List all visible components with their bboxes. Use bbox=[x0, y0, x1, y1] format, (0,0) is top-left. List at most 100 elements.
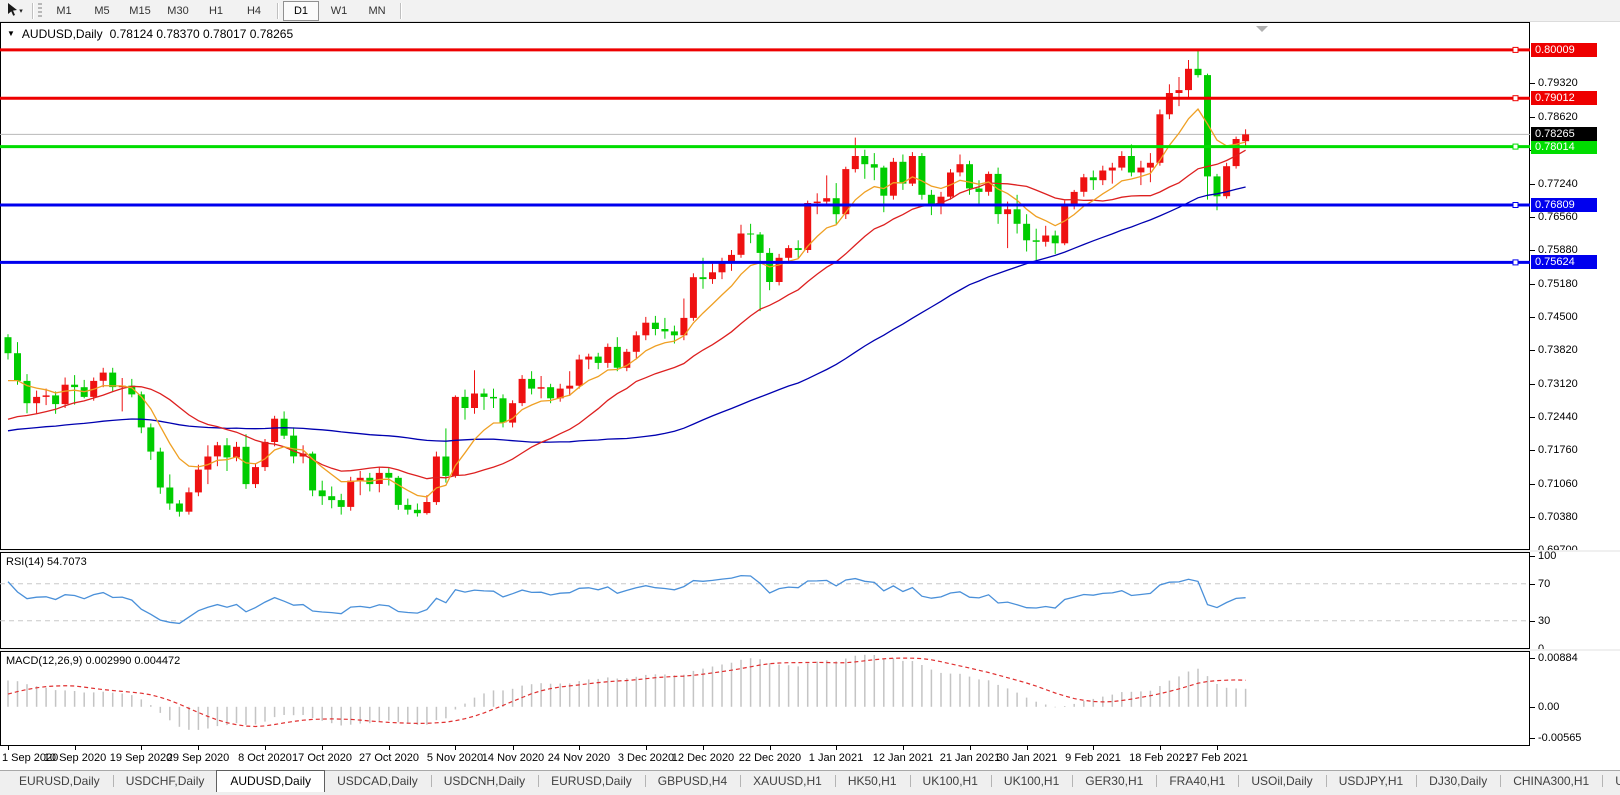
tab-usdcnh-daily[interactable]: USDCNH,Daily bbox=[431, 771, 538, 791]
toolbar: ▾ M1M5M15M30H1H4 D1W1MN bbox=[0, 0, 1620, 22]
rsi-axis[interactable]: 10070300 bbox=[1530, 552, 1620, 649]
axis-tick-mark bbox=[903, 746, 904, 750]
cursor-tool-button[interactable]: ▾ bbox=[2, 1, 28, 21]
rsi-tick: 100 bbox=[1538, 549, 1556, 563]
date-label: 27 Feb 2021 bbox=[1172, 752, 1262, 764]
chevron-down-icon: ▾ bbox=[19, 7, 23, 15]
tab-uk100-h1[interactable]: UK100,H1 bbox=[910, 771, 991, 791]
rsi-label: RSI(14) 54.7073 bbox=[6, 556, 87, 568]
cursor-arrow-icon bbox=[7, 3, 18, 19]
axis-tick-mark bbox=[1160, 746, 1161, 750]
rsi-canvas[interactable] bbox=[0, 552, 1530, 649]
tab-usoil[interactable]: USOil, bbox=[1602, 771, 1620, 791]
axis-tick-mark bbox=[703, 746, 704, 750]
axis-tick-mark bbox=[1530, 658, 1535, 659]
price-axis[interactable]: 0.793200.786200.779400.772400.765600.758… bbox=[1530, 22, 1620, 550]
macd-axis[interactable]: 0.00884 0.00 -0.00565 bbox=[1530, 651, 1620, 746]
axis-tick-mark bbox=[1530, 384, 1535, 385]
macd-canvas[interactable] bbox=[0, 651, 1530, 746]
tab-hk50-h1[interactable]: HK50,H1 bbox=[835, 771, 910, 791]
level-price-label: 0.79012 bbox=[1531, 91, 1597, 105]
price-tick: 0.70380 bbox=[1538, 510, 1578, 524]
chart-title: ▼ AUDUSD,Daily 0.78124 0.78370 0.78017 0… bbox=[7, 27, 293, 41]
axis-tick-mark bbox=[970, 746, 971, 750]
axis-tick-mark bbox=[1530, 317, 1535, 318]
hline-handle[interactable] bbox=[1513, 260, 1518, 265]
axis-tick-mark bbox=[1530, 450, 1535, 451]
timeframe-m1-button[interactable]: M1 bbox=[46, 1, 82, 21]
toolbar-grip[interactable] bbox=[38, 3, 42, 19]
rsi-panel[interactable] bbox=[0, 552, 1530, 649]
price-tick: 0.72440 bbox=[1538, 410, 1578, 424]
timeframe-m30-button[interactable]: M30 bbox=[160, 1, 196, 21]
price-tick: 0.76560 bbox=[1538, 210, 1578, 224]
price-tick: 0.78620 bbox=[1538, 110, 1578, 124]
hline-handle[interactable] bbox=[1513, 96, 1518, 101]
ma-medium-line bbox=[8, 150, 1246, 479]
macd-histogram bbox=[8, 655, 1246, 730]
axis-tick-mark bbox=[646, 746, 647, 750]
chart-ohlc-values: 0.78124 0.78370 0.78017 0.78265 bbox=[110, 27, 294, 41]
tab-xauusd-h1[interactable]: XAUUSD,H1 bbox=[740, 771, 835, 791]
macd-panel[interactable] bbox=[0, 651, 1530, 746]
level-price-label: 0.75624 bbox=[1531, 255, 1597, 269]
tab-uk100-h1[interactable]: UK100,H1 bbox=[991, 771, 1072, 791]
axis-tick-mark bbox=[389, 746, 390, 750]
axis-tick-mark bbox=[1530, 621, 1535, 622]
axis-tick-mark bbox=[1530, 250, 1535, 251]
macd-tick: 0.00 bbox=[1538, 700, 1559, 714]
axis-tick-mark bbox=[1530, 217, 1535, 218]
price-tick: 0.73120 bbox=[1538, 377, 1578, 391]
tab-eurusd-daily[interactable]: EURUSD,Daily bbox=[6, 771, 113, 791]
collapse-triangle-icon[interactable]: ▼ bbox=[7, 29, 15, 39]
axis-tick-mark bbox=[8, 746, 9, 750]
axis-tick-mark bbox=[75, 746, 76, 750]
symbol-tabs: EURUSD,DailyUSDCHF,DailyAUDUSD,DailyUSDC… bbox=[6, 771, 1620, 793]
axis-tick-mark bbox=[1530, 738, 1535, 739]
hline-handle[interactable] bbox=[1513, 144, 1518, 149]
macd-tick: -0.00565 bbox=[1538, 731, 1581, 745]
price-tick: 0.79320 bbox=[1538, 76, 1578, 90]
timeframe-w1-button[interactable]: W1 bbox=[321, 1, 357, 21]
axis-tick-mark bbox=[513, 746, 514, 750]
timeframe-mn-button[interactable]: MN bbox=[359, 1, 395, 21]
timeframe-m5-button[interactable]: M5 bbox=[84, 1, 120, 21]
tab-usdjpy-h1[interactable]: USDJPY,H1 bbox=[1326, 771, 1416, 791]
tab-usoil-daily[interactable]: USOil,Daily bbox=[1238, 771, 1325, 791]
axis-tick-mark bbox=[770, 746, 771, 750]
timeframe-m15-button[interactable]: M15 bbox=[122, 1, 158, 21]
tab-gbpusd-h4[interactable]: GBPUSD,H4 bbox=[645, 771, 740, 791]
time-axis[interactable]: 1 Sep 202010 Sep 202019 Sep 202029 Sep 2… bbox=[0, 746, 1620, 770]
axis-tick-mark bbox=[1027, 746, 1028, 750]
axis-tick-mark bbox=[1530, 417, 1535, 418]
tab-usdcad-daily[interactable]: USDCAD,Daily bbox=[324, 771, 431, 791]
price-chart-canvas[interactable] bbox=[0, 22, 1530, 550]
hline-handle[interactable] bbox=[1513, 47, 1518, 52]
tab-fra40-h1[interactable]: FRA40,H1 bbox=[1156, 771, 1238, 791]
axis-tick-mark bbox=[1530, 556, 1535, 557]
price-tick: 0.71060 bbox=[1538, 477, 1578, 491]
tab-ger30-h1[interactable]: GER30,H1 bbox=[1072, 771, 1156, 791]
hline-handle[interactable] bbox=[1513, 203, 1518, 208]
price-chart-panel[interactable] bbox=[0, 22, 1530, 550]
timeframe-h4-button[interactable]: H4 bbox=[236, 1, 272, 21]
tab-eurusd-daily[interactable]: EURUSD,Daily bbox=[538, 771, 645, 791]
axis-tick-mark bbox=[1530, 517, 1535, 518]
rsi-tick: 30 bbox=[1538, 614, 1550, 628]
level-price-label: 0.76809 bbox=[1531, 198, 1597, 212]
macd-tick: 0.00884 bbox=[1538, 651, 1578, 665]
price-tick: 0.75180 bbox=[1538, 277, 1578, 291]
axis-tick-mark bbox=[455, 746, 456, 750]
tab-dj30-daily[interactable]: DJ30,Daily bbox=[1416, 771, 1500, 791]
axis-tick-mark bbox=[198, 746, 199, 750]
timeframe-h1-button[interactable]: H1 bbox=[198, 1, 234, 21]
axis-tick-mark bbox=[141, 746, 142, 750]
chart-symbol-label: AUDUSD,Daily bbox=[22, 27, 103, 41]
tab-audusd-daily[interactable]: AUDUSD,Daily bbox=[216, 770, 325, 792]
tab-china300-h1[interactable]: CHINA300,H1 bbox=[1500, 771, 1602, 791]
timeframe-d1-button[interactable]: D1 bbox=[283, 1, 319, 21]
ma-slow-line bbox=[8, 187, 1246, 442]
tab-usdchf-daily[interactable]: USDCHF,Daily bbox=[113, 771, 218, 791]
shift-marker-icon[interactable] bbox=[1256, 26, 1268, 32]
axis-tick-mark bbox=[1530, 284, 1535, 285]
